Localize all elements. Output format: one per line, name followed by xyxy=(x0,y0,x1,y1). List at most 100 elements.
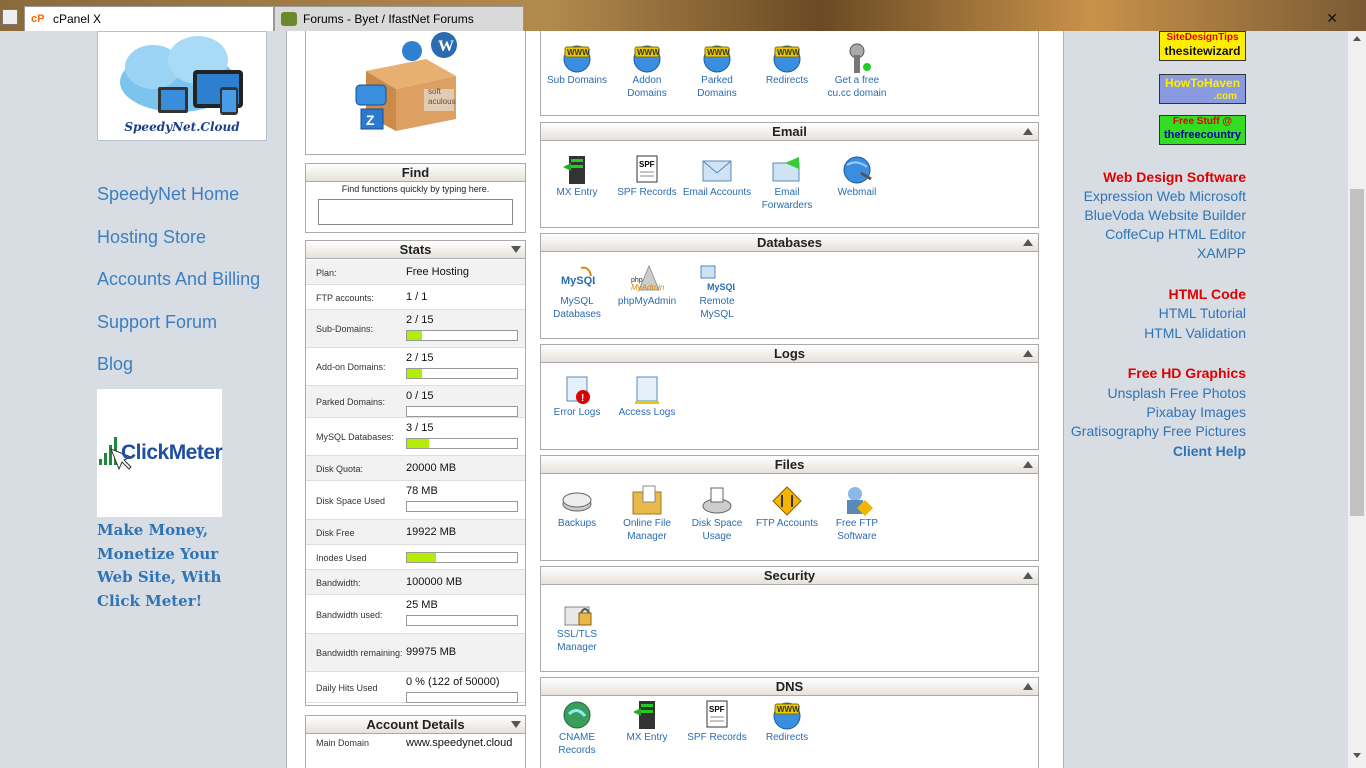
badge-freecountry[interactable]: Free Stuff @ thefreecountry xyxy=(1159,115,1246,145)
cpanel-item-redirects[interactable]: WWW Redirects xyxy=(752,698,822,745)
cpanel-item-label: SSL/TLS Manager xyxy=(556,629,598,653)
cpanel-item-label: Online File Manager xyxy=(623,518,671,542)
files-header[interactable]: Files xyxy=(541,456,1038,474)
tab-cpanel[interactable]: cP cPanel X xyxy=(24,6,274,31)
link-xampp[interactable]: XAMPP xyxy=(1197,245,1246,261)
cpanel-item-email-accounts[interactable]: Email Accounts xyxy=(682,153,752,200)
cpanel-item-label: Get a free cu.cc domain xyxy=(827,75,887,99)
cpanel-item-parked-domains[interactable]: WWW Parked Domains xyxy=(682,41,752,100)
cpanel-item-mysql-databases[interactable]: MySQL MySQL Databases xyxy=(542,262,612,321)
logs-header[interactable]: Logs xyxy=(541,345,1038,363)
link-html-tutorial[interactable]: HTML Tutorial xyxy=(1159,305,1246,321)
collapse-icon[interactable] xyxy=(511,721,521,728)
cpanel-item-ftp-accounts[interactable]: FTP Accounts xyxy=(752,484,822,531)
scroll-up-icon[interactable] xyxy=(1353,36,1361,41)
scroll-thumb[interactable] xyxy=(1350,189,1364,516)
clickmeter-banner[interactable]: ClickMeter xyxy=(97,389,223,517)
link-bluevoda[interactable]: BlueVoda Website Builder xyxy=(1084,207,1246,223)
link-html-validation[interactable]: HTML Validation xyxy=(1144,325,1246,341)
badge-sitedesigntips[interactable]: SiteDesignTips thesitewizard xyxy=(1159,31,1246,61)
cpanel-item-label: Remote MySQL xyxy=(699,296,735,320)
softaculous-panel[interactable]: W Z soft aculous xyxy=(305,31,526,155)
collapse-icon[interactable] xyxy=(1023,128,1033,135)
email-forwarders-icon xyxy=(769,153,805,185)
badge-howtohaven[interactable]: HowToHaven .com xyxy=(1159,74,1246,104)
collapse-icon[interactable] xyxy=(1023,350,1033,357)
stat-value: 1 / 1 xyxy=(406,290,428,303)
security-header[interactable]: Security xyxy=(541,567,1038,585)
backups-icon xyxy=(559,484,595,516)
svg-text:W: W xyxy=(438,38,454,55)
cpanel-item-remote-mysql[interactable]: MySQL Remote MySQL xyxy=(682,262,752,321)
close-icon[interactable]: ✕ xyxy=(1326,10,1338,27)
tab-forums[interactable]: Forums - Byet / IfastNet Forums xyxy=(274,6,524,31)
account-title: Account Details xyxy=(366,717,465,732)
usage-bar xyxy=(406,438,518,449)
link-gratisography[interactable]: Gratisography Free Pictures xyxy=(1071,423,1246,439)
cpanel-item-addon-domains[interactable]: WWW Addon Domains xyxy=(612,41,682,100)
nav-hosting-store[interactable]: Hosting Store xyxy=(97,227,206,248)
logo-text: SpeedyNet.Cloud xyxy=(124,120,240,134)
cpanel-item-mx-entry[interactable]: MX Entry xyxy=(612,698,682,745)
cpanel-item-spf-records[interactable]: SPF SPF Records xyxy=(682,698,752,745)
collapse-icon[interactable] xyxy=(1023,683,1033,690)
cpanel-item-backups[interactable]: Backups xyxy=(542,484,612,531)
collapse-icon[interactable] xyxy=(511,246,521,253)
svg-text:WWW: WWW xyxy=(777,48,800,57)
account-header[interactable]: Account Details xyxy=(306,716,525,734)
cpanel-item-email-forwarders[interactable]: Email Forwarders xyxy=(752,153,822,212)
cpanel-item-online-file-manager[interactable]: Online File Manager xyxy=(612,484,682,543)
stat-row: Bandwidth: 100000 MB xyxy=(306,570,525,595)
cpanel-item-free-ftp-software[interactable]: Free FTP Software xyxy=(822,484,892,543)
cpanel-item-redirects[interactable]: WWW Redirects xyxy=(752,41,822,88)
clickmeter-text: ClickMeter xyxy=(121,441,223,464)
scroll-down-icon[interactable] xyxy=(1353,753,1361,758)
link-unsplash[interactable]: Unsplash Free Photos xyxy=(1107,385,1246,401)
nav-support-forum[interactable]: Support Forum xyxy=(97,312,217,333)
stat-label: Bandwidth remaining: xyxy=(316,648,403,658)
cpanel-item-spf-records[interactable]: SPF SPF Records xyxy=(612,153,682,200)
email-header[interactable]: Email xyxy=(541,123,1038,141)
cpanel-item-phpmyadmin[interactable]: php MyAdmin phpMyAdmin xyxy=(612,262,682,309)
cpanel-item-mx-entry[interactable]: MX Entry xyxy=(542,153,612,200)
link-client-help[interactable]: Client Help xyxy=(1173,443,1246,459)
cpanel-item-error-logs[interactable]: ! Error Logs xyxy=(542,373,612,420)
nav-speedynet-home[interactable]: SpeedyNet Home xyxy=(97,184,239,205)
nav-blog[interactable]: Blog xyxy=(97,354,133,375)
files-group: Files Backups Online File Manager Disk Spa… xyxy=(540,455,1039,561)
collapse-icon[interactable] xyxy=(1023,239,1033,246)
page-icon xyxy=(2,9,18,25)
nav-accounts-billing[interactable]: Accounts And Billing xyxy=(97,269,260,290)
promo-text[interactable]: Make Money, Monetize Your Web Site, With… xyxy=(97,519,237,613)
cpanel-item-sub-domains[interactable]: WWW Sub Domains xyxy=(542,41,612,88)
link-coffecup[interactable]: CoffeCup HTML Editor xyxy=(1105,226,1246,242)
cpanel-item-label: Redirects xyxy=(765,75,809,86)
collapse-icon[interactable] xyxy=(1023,572,1033,579)
heading-html-code: HTML Code xyxy=(1168,286,1246,302)
vertical-scrollbar[interactable] xyxy=(1347,31,1366,768)
databases-header[interactable]: Databases xyxy=(541,234,1038,252)
stat-row: FTP accounts: 1 / 1 xyxy=(306,285,525,310)
security-title: Security xyxy=(763,568,816,583)
link-pixabay[interactable]: Pixabay Images xyxy=(1146,404,1246,420)
stat-row: Bandwidth remaining: 99975 MB xyxy=(306,634,525,672)
email-accounts-icon xyxy=(699,153,735,185)
cpanel-item-ssl-tls-manager[interactable]: SSL/TLS Manager xyxy=(542,595,612,654)
spf-records-icon: SPF xyxy=(629,153,665,185)
cpanel-item-disk-space-usage[interactable]: Disk Space Usage xyxy=(682,484,752,543)
stat-row: Add-on Domains: 2 / 15 xyxy=(306,348,525,386)
cpanel-item-get-a-free-cu-cc-domain[interactable]: Get a free cu.cc domain xyxy=(822,41,892,100)
cpanel-item-webmail[interactable]: Webmail xyxy=(822,153,892,200)
cpanel-item-cname-records[interactable]: CNAME Records xyxy=(542,698,612,757)
link-expression-web[interactable]: Expression Web Microsoft xyxy=(1084,188,1246,204)
stats-header[interactable]: Stats xyxy=(306,241,525,259)
sub-domains-icon: WWW xyxy=(559,41,595,73)
cpanel-item-access-logs[interactable]: Access Logs xyxy=(612,373,682,420)
badge-line2: thesitewizard xyxy=(1164,44,1241,58)
find-input[interactable] xyxy=(318,199,513,225)
collapse-icon[interactable] xyxy=(1023,461,1033,468)
stat-value: 2 / 15 xyxy=(406,352,434,364)
dns-header[interactable]: DNS xyxy=(541,678,1038,696)
usage-bar xyxy=(406,692,518,703)
speedynet-logo[interactable]: SpeedyNet.Cloud xyxy=(97,31,267,141)
